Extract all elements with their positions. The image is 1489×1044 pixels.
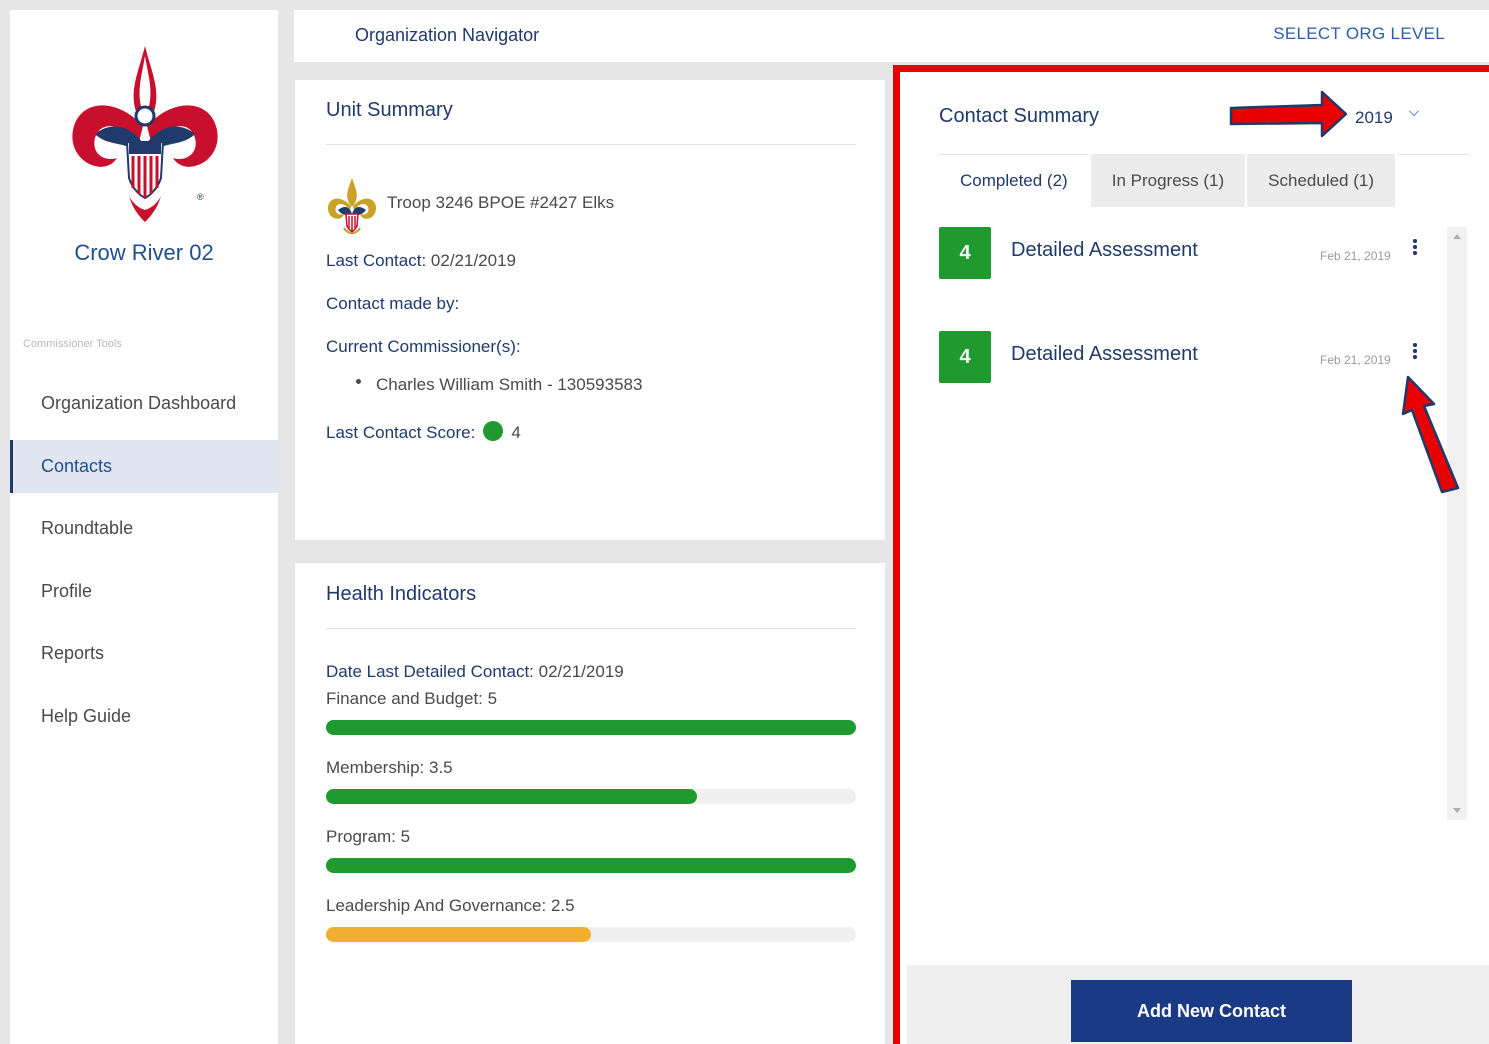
indicator-name: Program:	[326, 827, 396, 846]
sidebar-item-help-guide[interactable]: Help Guide	[10, 690, 278, 743]
last-contact-score-label: Last Contact Score:	[326, 423, 476, 442]
sidebar-item-organization-dashboard[interactable]: Organization Dashboard	[10, 377, 278, 430]
list-item[interactable]: 4 Detailed Assessment Feb 21, 2019	[939, 331, 1449, 383]
contact-made-by-label: Contact made by:	[326, 294, 460, 313]
sidebar-item-contacts[interactable]: Contacts	[10, 439, 278, 493]
indicator-label: Finance and Budget: 5	[326, 689, 497, 709]
year-select[interactable]: 2019	[1355, 108, 1393, 128]
contact-status-tabs: Completed (2) In Progress (1) Scheduled …	[939, 154, 1397, 207]
indicator-label: Leadership And Governance: 2.5	[326, 896, 575, 916]
sidebar-item-reports[interactable]: Reports	[10, 627, 278, 680]
indicator-value: 2.5	[550, 896, 575, 915]
last-contact-label: Last Contact:	[326, 251, 427, 270]
svg-text:®: ®	[197, 192, 204, 202]
current-commissioners-label: Current Commissioner(s):	[326, 337, 521, 356]
sidebar-item-roundtable[interactable]: Roundtable	[10, 502, 278, 555]
date-last-detailed-contact-value: 02/21/2019	[538, 662, 624, 681]
list-bullet	[356, 379, 361, 384]
indicator-name: Finance and Budget:	[326, 689, 483, 708]
date-last-detailed-contact-label: Date Last Detailed Contact:	[326, 662, 534, 681]
last-contact-row: Last Contact: 02/21/2019	[326, 251, 516, 271]
indicator-bar-track	[326, 927, 856, 942]
top-bar: Organization Navigator SELECT ORG LEVEL	[294, 10, 1489, 62]
last-contact-value: 02/21/2019	[430, 251, 516, 270]
divider	[326, 144, 856, 145]
contact-title[interactable]: Detailed Assessment	[1011, 343, 1198, 366]
date-last-detailed-contact-row: Date Last Detailed Contact: 02/21/2019	[326, 662, 624, 682]
indicator-name: Leadership And Governance:	[326, 896, 547, 915]
contact-score-badge: 4	[939, 227, 991, 279]
tab-in-progress[interactable]: In Progress (1)	[1090, 154, 1248, 207]
commissioner-name: Charles William Smith - 130593583	[376, 375, 643, 394]
add-new-contact-button[interactable]: Add New Contact	[1071, 980, 1352, 1042]
sidebar: ® Crow River 02 Commissioner Tools Organ…	[10, 10, 278, 1044]
page-title: Organization Navigator	[355, 25, 540, 45]
indicator-bar-track	[326, 858, 856, 873]
troop-emblem-icon	[328, 178, 376, 234]
contact-score-badge: 4	[939, 331, 991, 383]
list-item[interactable]: 4 Detailed Assessment Feb 21, 2019	[939, 227, 1449, 279]
contact-date: Feb 21, 2019	[1320, 353, 1391, 367]
unit-name: Troop 3246 BPOE #2427 Elks	[387, 193, 615, 212]
bsa-fleur-de-lis-logo: ®	[72, 46, 218, 222]
contact-title[interactable]: Detailed Assessment	[1011, 239, 1198, 262]
tab-scheduled[interactable]: Scheduled (1)	[1247, 154, 1397, 207]
unit-summary-card: Unit Summary Troop 3246 BPOE #2427 Elks …	[295, 80, 885, 540]
indicator-label: Membership: 3.5	[326, 758, 453, 778]
indicator-value: 5	[487, 689, 498, 708]
score-status-dot	[483, 421, 504, 441]
indicator-bar-fill	[326, 789, 697, 804]
divider	[326, 628, 856, 629]
sidebar-item-profile[interactable]: Profile	[10, 565, 278, 618]
unit-summary-title: Unit Summary	[326, 99, 453, 121]
contact-summary-title: Contact Summary	[939, 105, 1100, 127]
last-contact-score-value: 4	[511, 423, 521, 442]
contact-summary-footer: Add New Contact	[907, 965, 1489, 1044]
contact-summary-panel: Contact Summary 2019 Completed (2) In Pr…	[893, 65, 1489, 1044]
indicator-bar-track	[326, 789, 856, 804]
chevron-down-icon[interactable]	[1409, 106, 1419, 116]
indicator-value: 3.5	[429, 758, 453, 777]
health-indicators-title: Health Indicators	[326, 583, 477, 605]
indicator-name: Membership:	[326, 758, 425, 777]
last-contact-score-row: Last Contact Score: 4	[326, 421, 521, 443]
health-indicators-card: Health Indicators Date Last Detailed Con…	[295, 563, 885, 1044]
tab-completed[interactable]: Completed (2)	[939, 154, 1091, 207]
indicator-value: 5	[400, 827, 411, 846]
annotation-arrow-right-icon	[1229, 90, 1348, 138]
contact-date: Feb 21, 2019	[1320, 249, 1391, 263]
more-options-icon[interactable]	[1411, 343, 1419, 363]
indicator-bar-fill	[326, 927, 591, 942]
commissioner-tools-label: Commissioner Tools	[23, 338, 122, 350]
select-org-level-link[interactable]: SELECT ORG LEVEL	[1273, 24, 1445, 44]
annotation-arrow-up-icon	[1401, 375, 1460, 494]
indicator-bar-track	[326, 720, 856, 735]
indicator-bar-fill	[326, 720, 856, 735]
indicator-bar-fill	[326, 858, 856, 873]
scroll-down-arrow-icon[interactable]	[1453, 808, 1461, 813]
org-name: Crow River 02	[74, 240, 214, 265]
sidebar-nav: Organization Dashboard Contacts Roundtab…	[10, 377, 278, 752]
more-options-icon[interactable]	[1411, 239, 1419, 259]
scroll-up-arrow-icon[interactable]	[1453, 234, 1461, 239]
indicator-label: Program: 5	[326, 827, 410, 847]
scrollbar[interactable]	[1447, 227, 1467, 820]
